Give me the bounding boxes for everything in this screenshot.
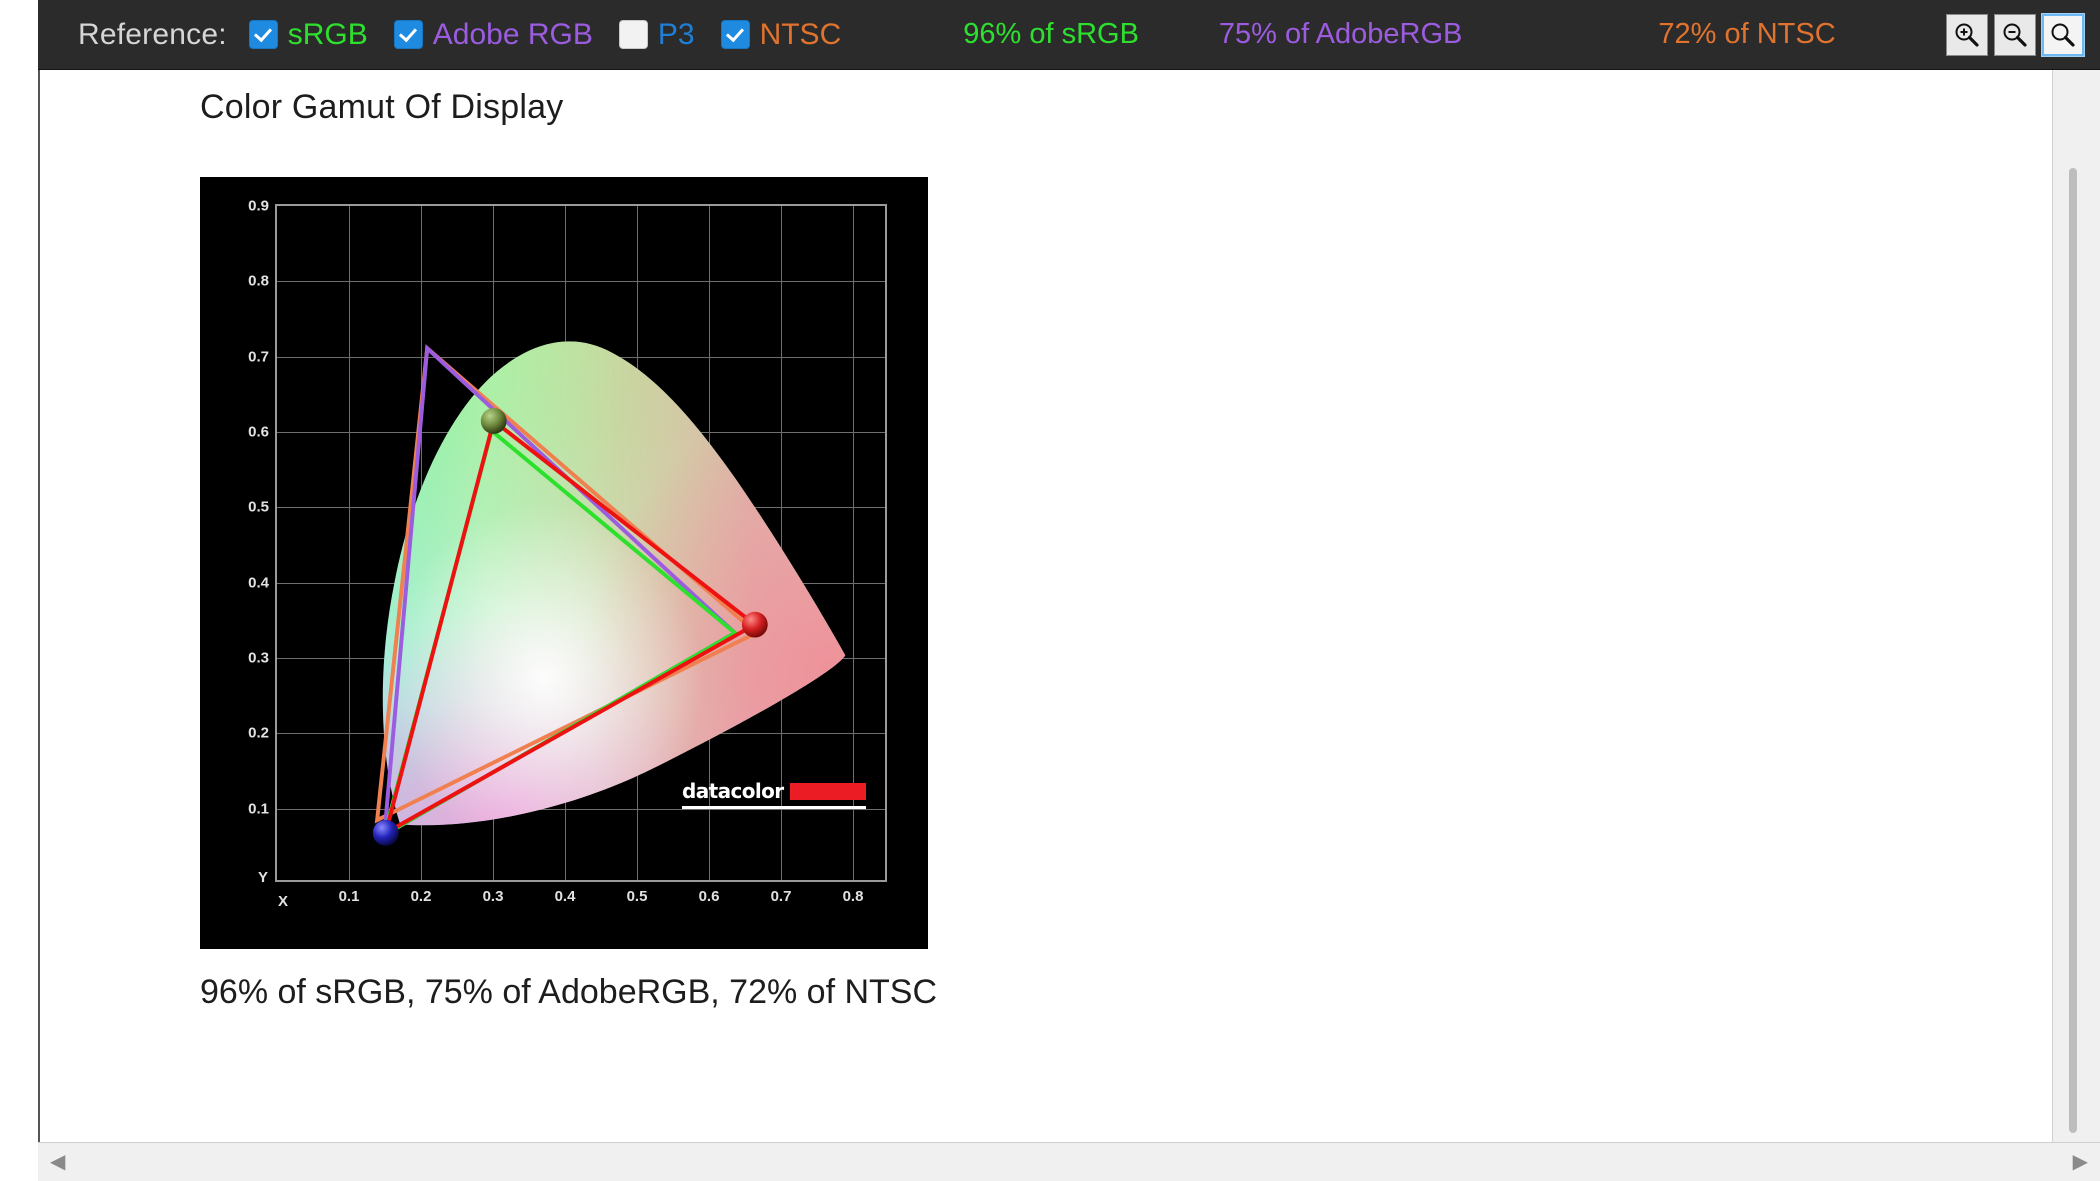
gamut-summary-text: 96% of sRGB, 75% of AdobeRGB, 72% of NTS… xyxy=(200,973,938,1011)
magnifier-icon xyxy=(2051,23,2075,47)
datacolor-logo-text: datacolor xyxy=(682,779,784,803)
y-tick-label: 0.7 xyxy=(248,348,269,366)
checkbox-ntsc[interactable] xyxy=(720,20,750,49)
zoom-button-group xyxy=(1946,13,2084,56)
x-tick-label: 0.4 xyxy=(554,888,576,905)
x-axis-letter: X xyxy=(278,893,289,910)
application-window: Reference: sRGB Adobe RGB P3 NTSC 96% of… xyxy=(0,0,2100,1181)
reference-label: Reference: xyxy=(78,17,227,51)
vertical-scrollbar[interactable] xyxy=(2052,70,2100,1142)
y-axis-letter: Y xyxy=(258,869,269,886)
zoom-out-button[interactable] xyxy=(1994,13,2036,56)
reference-toolbar: Reference: sRGB Adobe RGB P3 NTSC 96% of… xyxy=(38,0,2100,70)
scroll-right-arrow-icon[interactable]: ▶ xyxy=(2073,1152,2088,1172)
y-tick-label: 0.1 xyxy=(248,800,269,818)
marker-red-primary xyxy=(741,611,768,638)
cie-chromaticity-chart: Y X 0.1 0.2 0.3 0.4 0.5 0.6 0.7 0.8 0.9 0.1 0.2 0.… xyxy=(200,177,928,949)
horizontal-scrollbar[interactable]: ◀ ▶ xyxy=(38,1142,2100,1181)
x-tick-label: 0.5 xyxy=(626,888,648,905)
vertical-scrollbar-thumb[interactable] xyxy=(2069,168,2077,1133)
x-tick-label: 0.8 xyxy=(842,888,864,905)
x-tick-label: 0.1 xyxy=(338,888,360,905)
x-tick-label: 0.7 xyxy=(770,888,792,905)
reference-label-p3: P3 xyxy=(657,17,695,51)
marker-blue-primary xyxy=(372,819,399,846)
y-tick-label: 0.3 xyxy=(248,649,269,667)
page-title: Color Gamut Of Display xyxy=(200,88,564,126)
checkbox-srgb[interactable] xyxy=(248,20,278,49)
x-tick-label: 0.3 xyxy=(482,888,504,905)
marker-green-primary xyxy=(480,408,507,434)
scroll-left-arrow-icon[interactable]: ◀ xyxy=(50,1152,65,1172)
reference-option-ntsc[interactable]: NTSC xyxy=(720,17,842,52)
report-content-pane: Color Gamut Of Display Y X 0.1 0.2 0.3 0.4 0… xyxy=(38,70,2052,1142)
x-tick-label: 0.2 xyxy=(410,888,432,905)
readout-srgb: 96% of sRGB xyxy=(963,18,1139,50)
checkbox-adobergb[interactable] xyxy=(393,20,423,49)
readout-adobergb: 75% of AdobeRGB xyxy=(1218,18,1463,50)
y-tick-label: 0.4 xyxy=(248,574,269,592)
datacolor-logo-bar xyxy=(789,782,866,800)
datacolor-logo: datacolor xyxy=(682,779,866,809)
y-tick-label: 0.2 xyxy=(248,724,269,742)
zoom-in-icon xyxy=(1955,23,1979,47)
y-tick-label: 0.6 xyxy=(248,423,269,441)
y-tick-label: 0.5 xyxy=(248,498,269,516)
zoom-reset-button[interactable] xyxy=(2042,13,2084,56)
zoom-in-button[interactable] xyxy=(1946,13,1988,56)
y-tick-label: 0.8 xyxy=(248,272,269,290)
checkbox-p3[interactable] xyxy=(618,20,648,49)
reference-label-adobergb: Adobe RGB xyxy=(432,17,593,51)
reference-option-adobergb[interactable]: Adobe RGB xyxy=(393,17,593,52)
left-gutter xyxy=(0,0,38,1142)
x-tick-label: 0.6 xyxy=(698,888,720,905)
readout-ntsc: 72% of NTSC xyxy=(1658,18,1836,50)
y-tick-label: 0.9 xyxy=(248,197,269,215)
reference-label-srgb: sRGB xyxy=(287,17,368,51)
reference-label-ntsc: NTSC xyxy=(759,17,842,51)
reference-option-p3[interactable]: P3 xyxy=(618,17,695,52)
reference-option-srgb[interactable]: sRGB xyxy=(248,17,368,52)
zoom-out-icon xyxy=(2003,23,2027,47)
